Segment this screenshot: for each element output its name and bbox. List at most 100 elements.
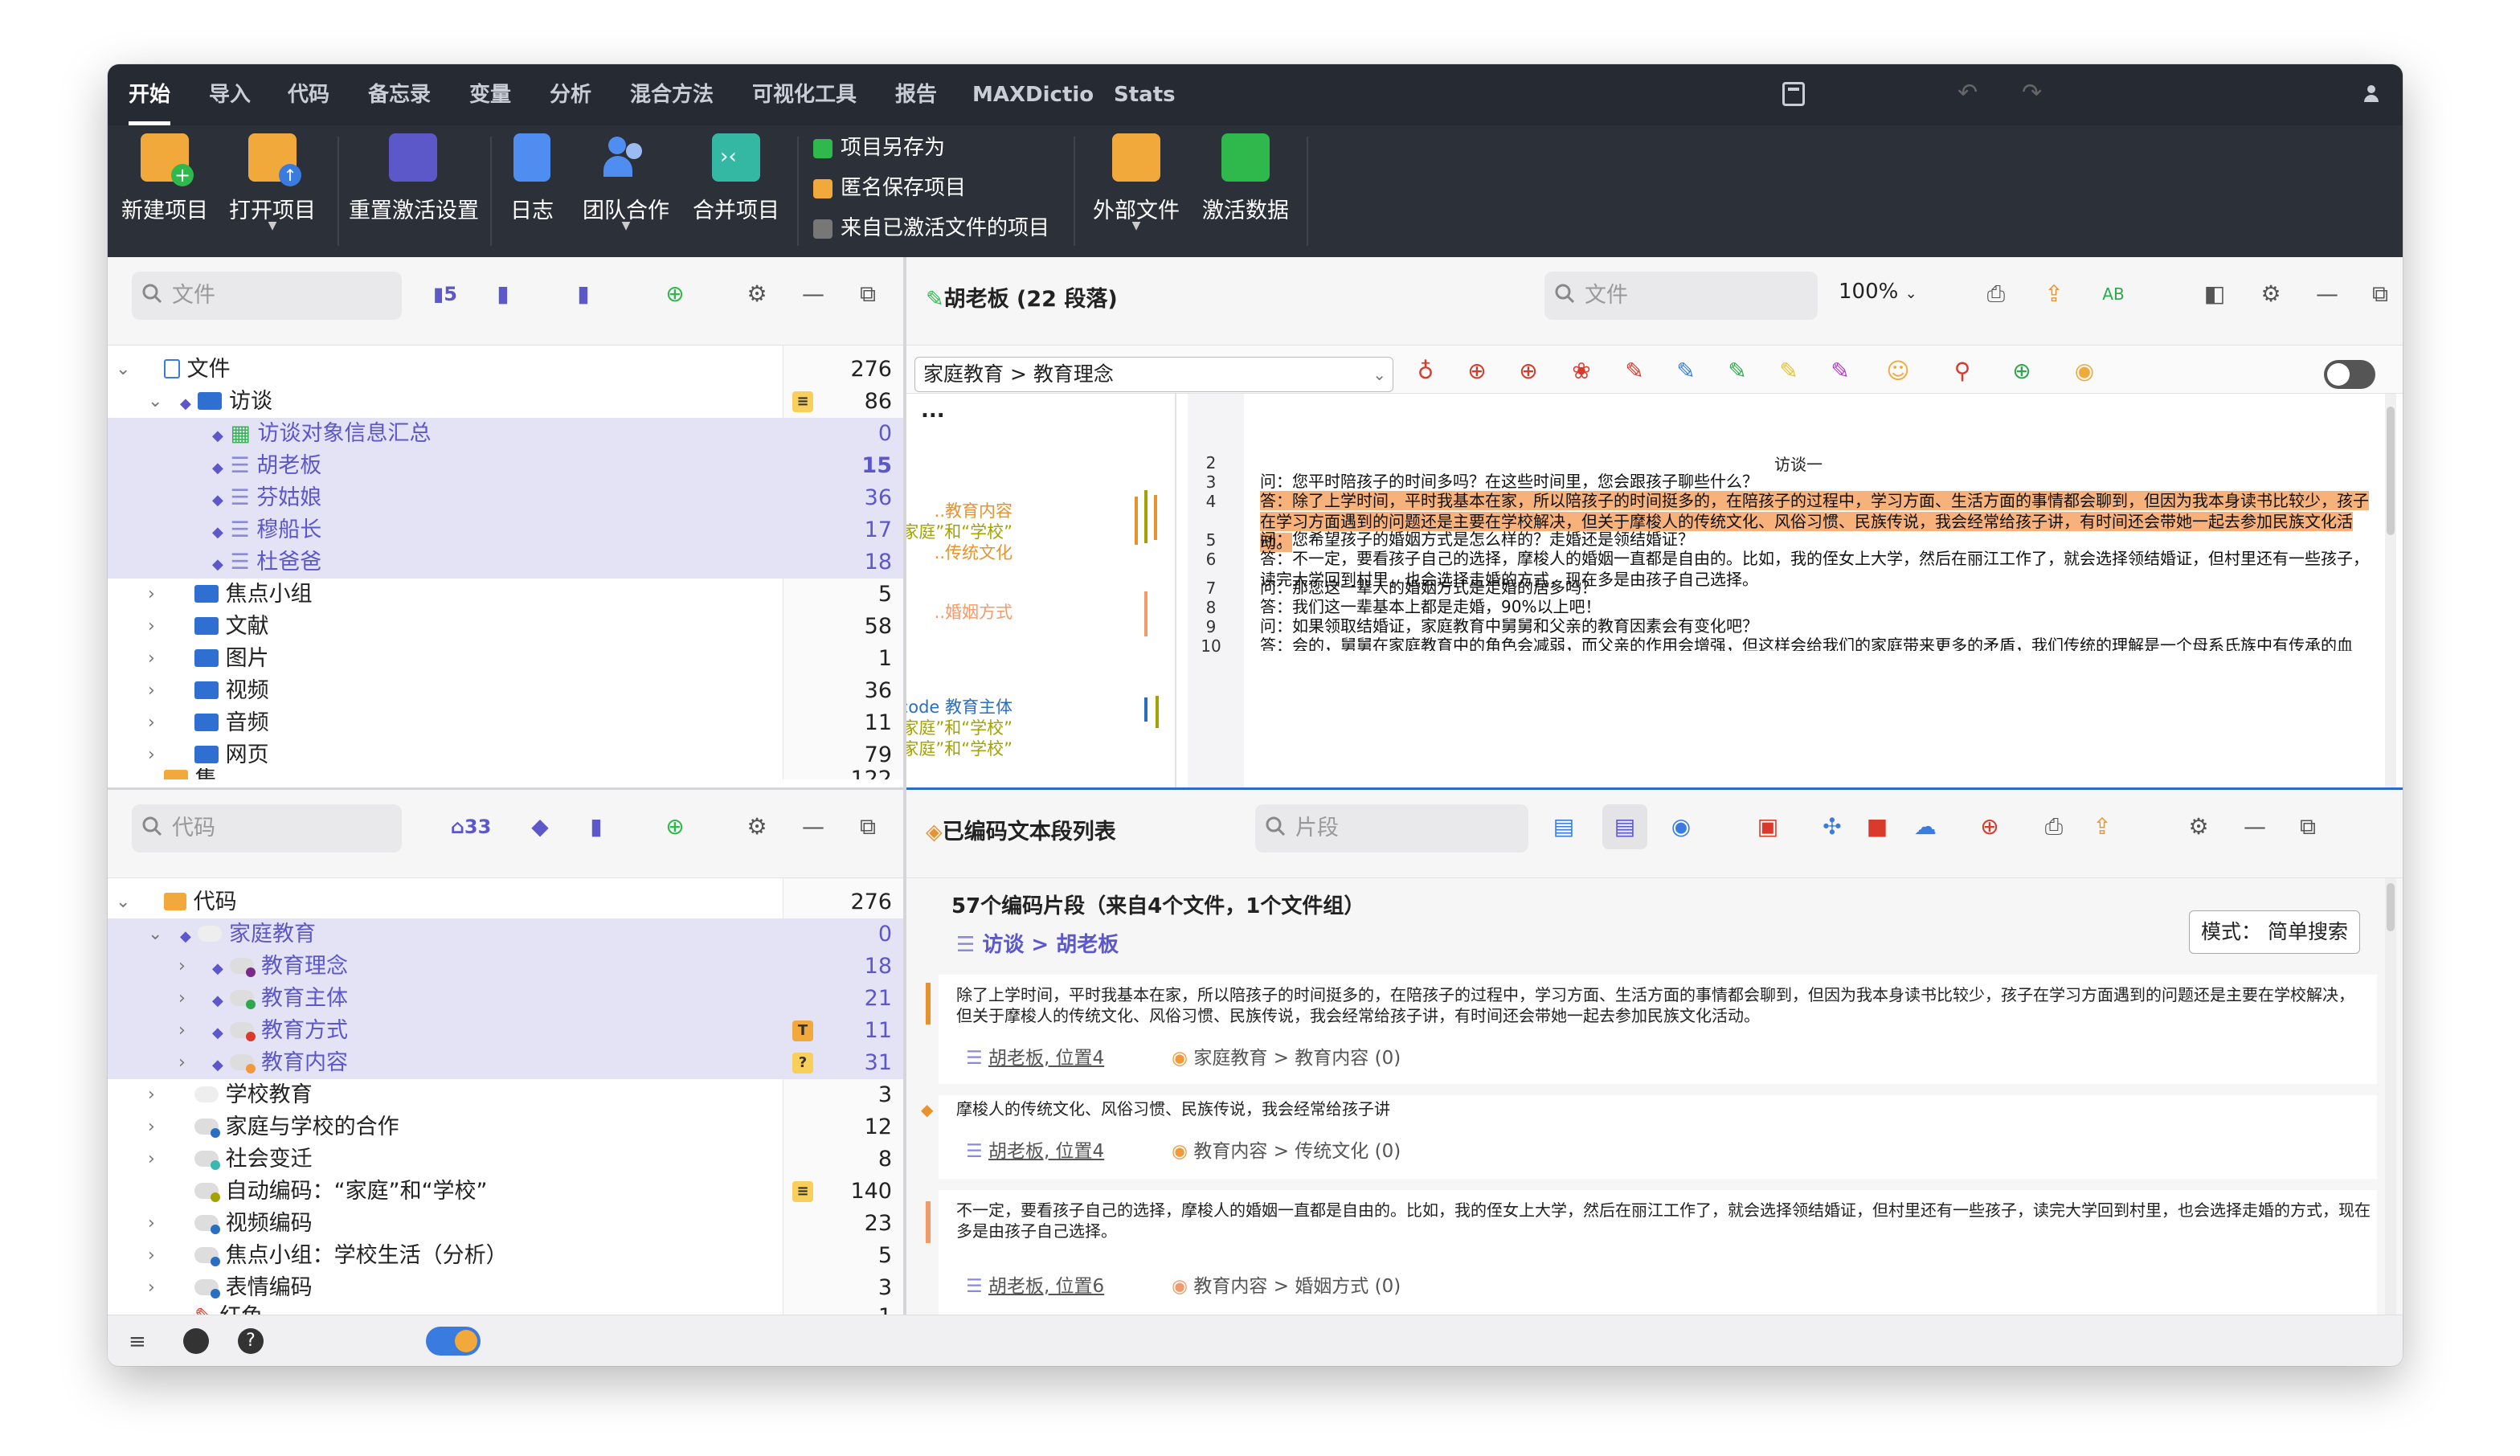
edit-mode-toggle[interactable] [2324, 360, 2375, 389]
browser-search-input[interactable]: 文件 [1544, 272, 1818, 320]
memo-icon[interactable]: ? [792, 1053, 813, 1074]
tree-row-group[interactable]: › 文献 58 [108, 611, 903, 643]
chat-icon[interactable] [183, 1328, 209, 1354]
spellcheck-icon[interactable]: AB [2099, 280, 2128, 309]
redo-icon[interactable]: ↷ [2022, 79, 2042, 107]
print-icon[interactable]: ⎙ [2039, 812, 2068, 841]
undo-icon[interactable]: ↶ [1958, 79, 1978, 107]
coding-stripe[interactable] [1156, 696, 1159, 728]
tab-visual-tools[interactable]: 可视化工具 [752, 64, 857, 125]
user-icon[interactable] [2364, 85, 2379, 103]
paragraph-text[interactable]: 问：您希望孩子的婚姻方式是怎么样的？走婚还是领结婚证？ [1260, 529, 2377, 550]
code-add-icon[interactable]: ⊕ [1975, 812, 2004, 841]
tab-codes[interactable]: 代码 [288, 64, 329, 125]
tree-row-group[interactable]: › 网页 79 [108, 739, 903, 771]
code-add-icon[interactable]: ⊕ [1462, 357, 1491, 386]
print-icon[interactable]: ⎙ [1982, 280, 2011, 309]
undock-icon[interactable]: ⧉ [2293, 812, 2322, 841]
location-icon[interactable]: ⚲ [1948, 357, 1977, 386]
tree-row-code[interactable]: › ◆ 教育理念 18 [108, 951, 903, 983]
export-icon[interactable]: ⇪ [2039, 280, 2068, 309]
memo-icon[interactable]: T [792, 1020, 813, 1041]
project-from-activated-button[interactable]: 来自已激活文件的项目 [813, 211, 1049, 246]
minimize-icon[interactable]: — [799, 280, 828, 309]
open-project-button[interactable]: ↑ 打开项目 ▼ [228, 125, 317, 257]
tree-row-document[interactable]: ◆ ☰ 穆船长 17 [108, 514, 903, 546]
tree-row-group[interactable]: › 音频 11 [108, 707, 903, 739]
tree-row-document[interactable]: ◆ ☰ 胡老板 15 [108, 450, 903, 482]
tree-row-sets[interactable]: ⌄ 集122 [108, 768, 903, 779]
coding-stripe[interactable] [1144, 490, 1148, 543]
highlighter-yellow-icon[interactable]: ✎ [1774, 357, 1803, 386]
paragraph-text[interactable]: 问：您平时陪孩子的时间多吗？在这些时间里，您会跟孩子聊些什么？ [1260, 471, 2377, 492]
tab-reports[interactable]: 报告 [895, 64, 937, 125]
coding-stripe[interactable] [1154, 495, 1157, 540]
segment-card[interactable]: ◆ 摩梭人的传统文化、风俗习惯、民族传说，我会经常给孩子讲 ☰ 胡老板, 位置4… [921, 1095, 2377, 1179]
highlighter-red-icon[interactable]: ✎ [1620, 357, 1649, 386]
document-link-icon[interactable]: ▤ [1549, 812, 1578, 841]
segment-group-header[interactable]: ☰ 访谈 > 胡老板 [956, 928, 1119, 958]
paragraph-text[interactable]: 答：会的，舅舅在家庭教育中的角色会减弱，而父亲的作用会增强，但这样会给我们的家庭… [1260, 635, 2377, 651]
zoom-select[interactable]: 100% ⌄ [1839, 280, 1917, 304]
gear-icon[interactable]: ⚙ [2184, 812, 2213, 841]
coding-stripe[interactable] [1135, 497, 1138, 545]
tree-row-documents[interactable]: ⌄ 文件 276 [108, 354, 903, 386]
tree-row-document[interactable]: ◆ ☰ 杜爸爸 18 [108, 546, 903, 579]
export-icon[interactable]: ⇪ [2088, 812, 2117, 841]
document-search-input[interactable]: 文件 [132, 272, 402, 320]
tab-maxdictio[interactable]: MAXDictio [972, 64, 1094, 125]
tree-row-code[interactable]: › 焦点小组：学校生活（分析） 5 [108, 1240, 903, 1272]
external-files-button[interactable]: 外部文件 ▼ [1088, 125, 1184, 257]
segment-source-link[interactable]: 胡老板, 位置4 [988, 1141, 1104, 1162]
comment-icon[interactable]: ◉ [1667, 812, 1696, 841]
tree-row-document[interactable]: ◆ ☰ 芬姑娘 36 [108, 482, 903, 514]
tree-row-code[interactable]: › ◆ 教育主体 21 [108, 983, 903, 1015]
scrollbar[interactable] [2385, 394, 2396, 787]
memo-icon[interactable]: ▣ [1753, 812, 1782, 841]
code-filter-icon[interactable]: ✣ [1818, 812, 1847, 841]
memo-icon[interactable]: ≡ [792, 391, 813, 412]
tab-start[interactable]: 开始 [129, 64, 171, 125]
tree-row-code[interactable]: ⌄ ◆ 家庭教育 0 [108, 918, 903, 951]
tree-row-document[interactable]: ◆ ▦ 访谈对象信息汇总 0 [108, 418, 903, 450]
activate-data-button[interactable]: 激活数据 [1197, 125, 1294, 257]
highlighter-purple-icon[interactable]: ✎ [1826, 357, 1855, 386]
documents-count-button[interactable]: ▮5 [421, 280, 469, 309]
tab-variables[interactable]: 变量 [469, 64, 511, 125]
teamwork-button[interactable]: 团队合作 ▼ [582, 125, 670, 257]
tree-row-interviews[interactable]: ⌄ ◆ 访谈 ≡ 86 [108, 386, 903, 418]
code-search-input[interactable]: 代码 [132, 804, 402, 853]
segment-card[interactable]: 除了上学时间，平时我基本在家，所以陪孩子的时间挺多的，在陪孩子的过程中，学习方面… [926, 975, 2377, 1084]
tree-row-group[interactable]: › 焦点小组 5 [108, 579, 903, 611]
undock-icon[interactable]: ⧉ [853, 280, 882, 309]
visual-toggle[interactable] [426, 1327, 481, 1356]
code-path-select[interactable]: 家庭教育 > 教育理念 ⌄ [914, 357, 1393, 392]
tree-row-code[interactable]: › 社会变迁 8 [108, 1143, 903, 1176]
code-pin-icon[interactable]: ♁ [1411, 357, 1440, 386]
undock-icon[interactable]: ⧉ [853, 812, 882, 841]
segment-source-link[interactable]: 胡老板, 位置4 [988, 1048, 1104, 1069]
code-set-icon[interactable]: ◆ [526, 812, 554, 841]
highlighter-green-icon[interactable]: ✎ [1723, 357, 1752, 386]
tab-analysis[interactable]: 分析 [550, 64, 591, 125]
tree-row-code[interactable]: › ◆ 教育方式 T 11 [108, 1015, 903, 1047]
calculator-icon[interactable] [1782, 82, 1805, 106]
code-color-icon[interactable]: ■ [1863, 812, 1892, 841]
paragraph-text[interactable]: 答：我们这一辈基本上都是走婚，90%以上吧！ [1260, 596, 2377, 617]
gear-icon[interactable]: ⚙ [742, 280, 771, 309]
coding-stripe[interactable] [1144, 697, 1148, 722]
scrollbar[interactable] [2385, 878, 2396, 1317]
tree-row-code[interactable]: › 视频编码 23 [108, 1208, 903, 1240]
tree-row-code[interactable]: › 学校教育 3 [108, 1079, 903, 1111]
segment-search-input[interactable]: 片段 [1255, 804, 1528, 853]
tree-row-group[interactable]: › 图片 1 [108, 643, 903, 675]
segment-card[interactable]: 不一定，要看孩子自己的选择，摩梭人的婚姻一直都是自由的。比如，我的侄女上大学，然… [926, 1190, 2377, 1317]
tree-row-codes[interactable]: ⌄ 代码 276 [108, 886, 903, 918]
settings-sliders-icon[interactable]: ≡ [129, 1330, 146, 1354]
paragraph-text[interactable]: 问：如果领取结婚证，家庭教育中舅舅和父亲的教育因素会有变化吧？ [1260, 616, 2377, 636]
add-document-icon[interactable]: ⊕ [661, 280, 689, 309]
reset-activation-button[interactable]: 重置激活设置 [349, 125, 479, 257]
emoticode-icon[interactable]: ❀ [1567, 357, 1596, 386]
cloud-icon[interactable]: ☁ [1911, 812, 1940, 841]
new-project-button[interactable]: + 新建项目 [121, 125, 209, 257]
